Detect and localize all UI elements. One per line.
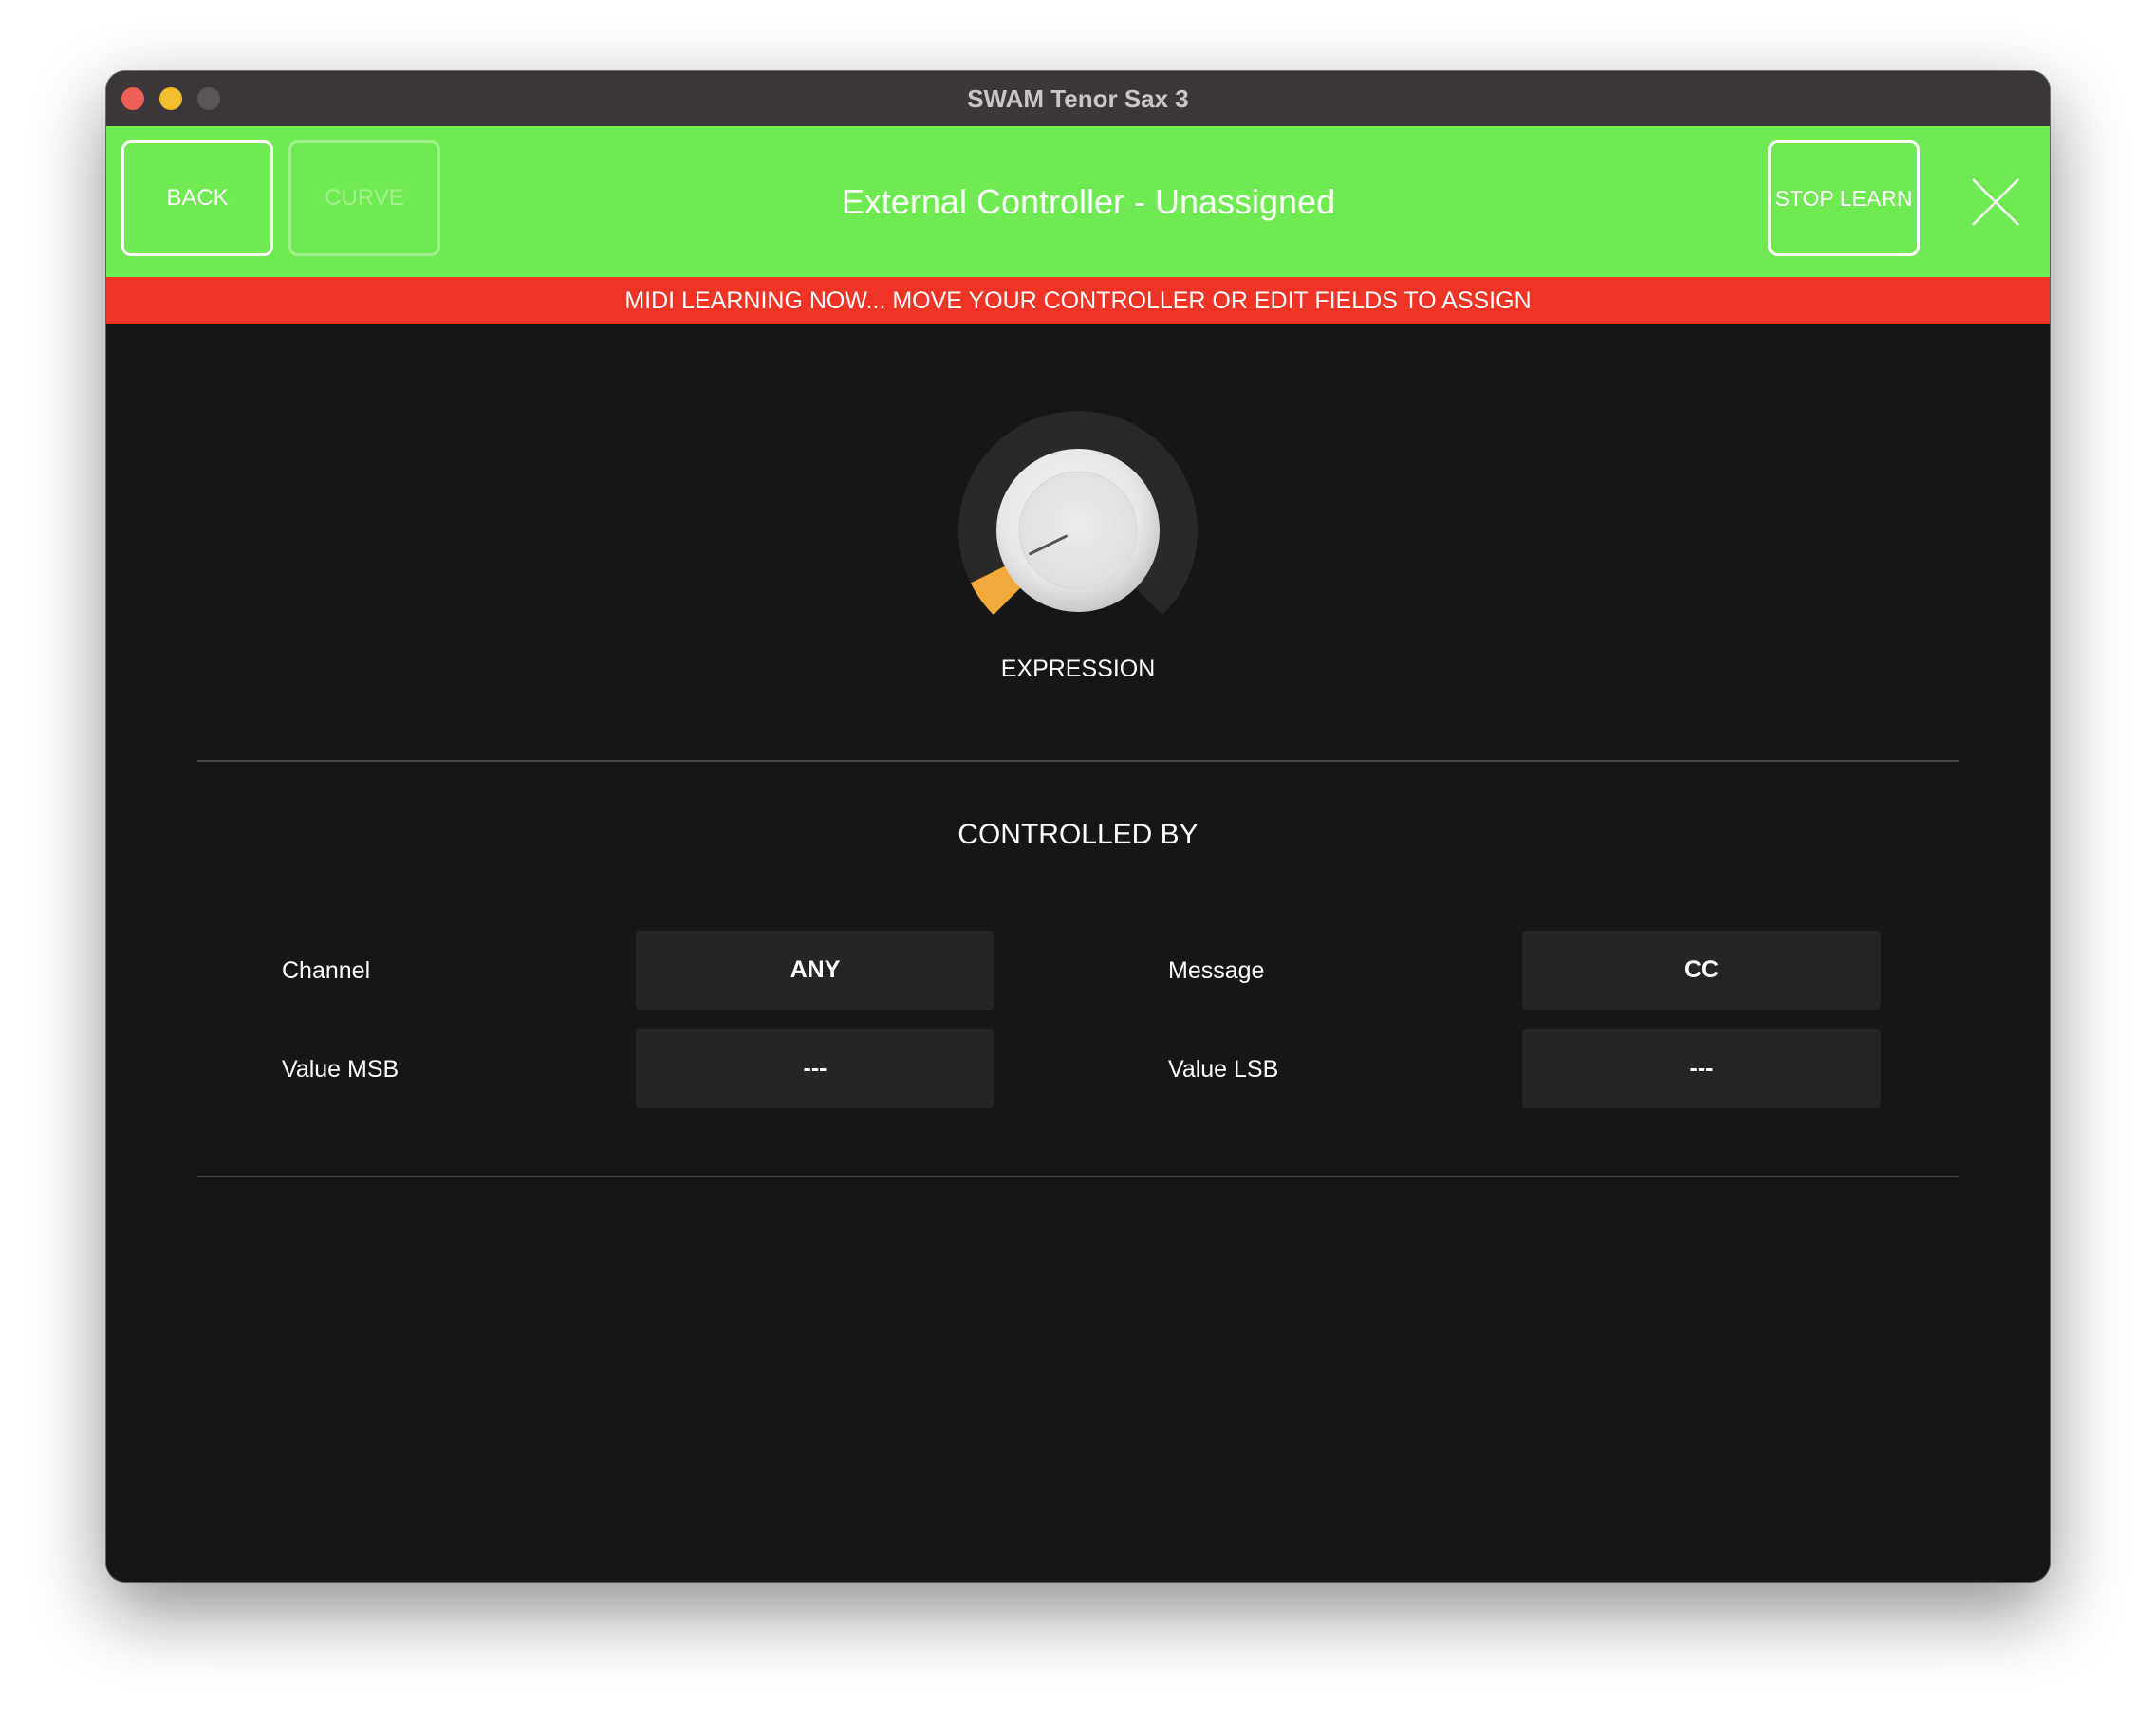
value-lsb-label: Value LSB [1168,1056,1279,1083]
channel-field[interactable]: ANY [636,931,994,1010]
window-title: SWAM Tenor Sax 3 [967,84,1189,113]
stop-learn-button[interactable]: STOP LEARN [1768,140,1920,256]
close-icon[interactable] [1969,176,2022,229]
page-title: External Controller - Unassigned [841,182,1336,221]
value-msb-label: Value MSB [282,1056,400,1083]
value-lsb-field[interactable]: --- [1522,1029,1881,1108]
knob-label: EXPRESSION [1000,656,1156,682]
value-msb-field[interactable]: --- [636,1029,994,1108]
controlled-by-heading: CONTROLLED BY [957,819,1199,850]
midi-learn-banner: MIDI LEARNING NOW... MOVE YOUR CONTROLLE… [106,277,2050,324]
divider-bottom [197,1176,1959,1177]
header-bar: BACK CURVE External Controller - Unassig… [106,126,2050,277]
plugin-window: SWAM Tenor Sax 3 BACK CURVE External Con… [106,71,2050,1582]
message-label: Message [1168,957,1265,984]
title-bar: SWAM Tenor Sax 3 [106,71,2050,126]
back-button[interactable]: BACK [121,140,273,256]
divider-top [197,760,1959,762]
knob-value-arc [970,565,1023,616]
message-field[interactable]: CC [1522,931,1881,1010]
channel-label: Channel [282,957,371,984]
curve-button[interactable]: CURVE [288,140,440,256]
knob-cap [1018,471,1138,590]
expression-knob[interactable] [957,410,1199,651]
